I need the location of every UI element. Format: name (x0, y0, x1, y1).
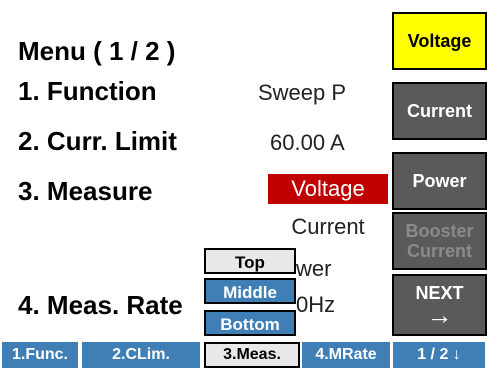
popup-middle-button[interactable]: Middle (204, 278, 296, 304)
curr-limit-label: 2. Curr. Limit (18, 126, 177, 156)
meas-rate-value[interactable]: 0Hz (296, 292, 335, 318)
softkey-power-label: Power (412, 170, 467, 191)
measure-label: 3. Measure (18, 176, 153, 206)
softkey-booster-current: Booster Current (392, 212, 487, 270)
measure-option-current[interactable]: Current (268, 212, 388, 242)
softkey-column: Voltage Current Power Booster Current NE… (392, 0, 487, 340)
tab-measure[interactable]: 3.Meas. (204, 342, 300, 368)
tab-function[interactable]: 1.Func. (2, 342, 78, 368)
tab-page-indicator[interactable]: 1 / 2 ↓ (393, 342, 485, 368)
softkey-current[interactable]: Current (392, 82, 487, 140)
tab-curr-limit[interactable]: 2.CLim. (82, 342, 200, 368)
measure-option-voltage[interactable]: Voltage (268, 174, 388, 204)
softkey-booster-line1: Booster (405, 221, 474, 241)
function-label: 1. Function (18, 76, 157, 106)
measure-option-power[interactable]: wer (296, 254, 356, 284)
softkey-next[interactable]: NEXT → (392, 274, 487, 336)
softkey-voltage[interactable]: Voltage (392, 12, 487, 70)
meas-rate-label: 4. Meas. Rate (18, 290, 183, 320)
softkey-current-label: Current (406, 100, 472, 121)
curr-limit-value[interactable]: 60.00 A (270, 130, 345, 156)
popup-top-button[interactable]: Top (204, 248, 296, 274)
instrument-screen: Menu ( 1 / 2 ) 1. Function Sweep P 2. Cu… (0, 0, 487, 369)
arrow-right-icon: → (426, 300, 453, 330)
tab-meas-rate[interactable]: 4.MRate (302, 342, 390, 368)
softkey-voltage-label: Voltage (407, 30, 472, 51)
softkey-power[interactable]: Power (392, 152, 487, 210)
measure-popup-menu: Top Middle Bottom (204, 248, 300, 340)
popup-bottom-button[interactable]: Bottom (204, 310, 296, 336)
menu-title: Menu ( 1 / 2 ) (18, 36, 176, 66)
function-value[interactable]: Sweep P (258, 80, 346, 106)
menu-panel: Menu ( 1 / 2 ) 1. Function Sweep P 2. Cu… (0, 0, 392, 340)
bottom-tab-bar: 1.Func. 2.CLim. 3.Meas. 4.MRate 1 / 2 ↓ (0, 340, 487, 369)
softkey-booster-line2: Current (406, 241, 472, 261)
